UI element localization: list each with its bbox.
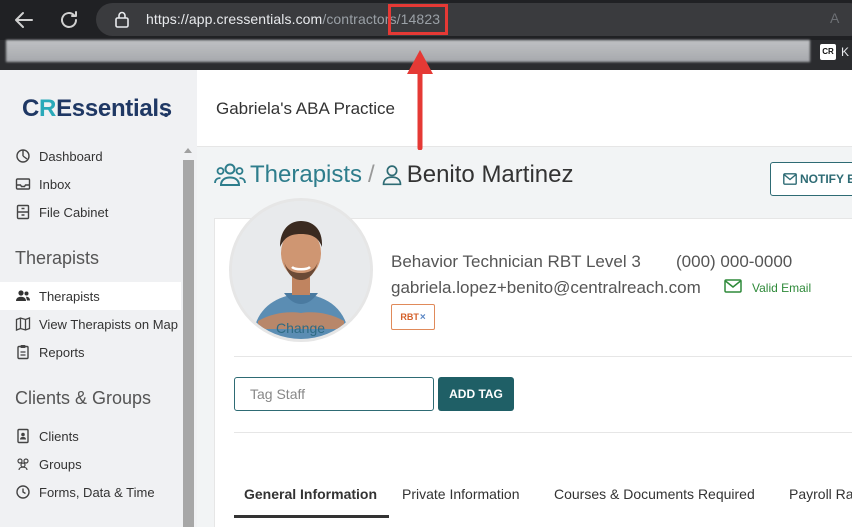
tag-label: RBT: [400, 312, 419, 322]
sidebar-item-dashboard[interactable]: Dashboard: [0, 142, 181, 170]
map-icon: [15, 316, 31, 332]
logo[interactable]: CREssentials: [22, 95, 172, 123]
sidebar-item-label: Clients: [39, 428, 79, 444]
url-host: https://app.cressentials.com: [146, 11, 323, 27]
url-highlight-box: [388, 4, 448, 35]
sidebar-section-therapists: Therapists: [15, 248, 100, 268]
phone-number: (000) 000-0000: [676, 252, 793, 271]
email-address: gabriela.lopez+benito@centralreach.com: [391, 278, 701, 297]
user-icon: [382, 165, 402, 186]
divider: [234, 432, 852, 433]
profile-photo: [232, 201, 370, 339]
users-icon: [214, 163, 246, 186]
tag-badge-rbt[interactable]: RBT ×: [391, 304, 435, 330]
sidebar-section-clients: Clients & Groups: [15, 388, 152, 408]
users-icon: [15, 288, 31, 304]
sidebar-item-clients[interactable]: Clients: [0, 422, 181, 450]
change-photo-link[interactable]: Change: [276, 320, 325, 336]
inbox-icon: [15, 176, 31, 192]
valid-email-status: Valid Email: [752, 281, 812, 295]
client-icon: [15, 428, 31, 444]
sidebar-item-label: Therapists: [39, 288, 100, 304]
logo-c: C: [22, 95, 40, 122]
sidebar-scrollbar-thumb[interactable]: [183, 160, 194, 527]
logo-r: R: [39, 95, 57, 122]
sidebar-item-label: Dashboard: [39, 148, 103, 164]
sidebar-item-label: Reports: [39, 344, 85, 360]
scroll-up-arrow-icon[interactable]: [184, 148, 192, 153]
breadcrumb: Therapists / Benito Martinez: [214, 160, 573, 190]
reload-icon[interactable]: [57, 8, 81, 32]
tab-private-information[interactable]: Private Information: [402, 486, 520, 502]
tag-staff-input[interactable]: [234, 377, 434, 411]
sidebar-item-label: Groups: [39, 456, 82, 472]
logo-dot: [164, 113, 168, 117]
dashboard-icon: [15, 148, 31, 164]
tab-general-information[interactable]: General Information: [244, 486, 377, 502]
sidebar-item-label: View Therapists on Map: [39, 316, 178, 332]
notify-button-label: NOTIFY E: [800, 172, 852, 186]
back-arrow-icon[interactable]: [12, 8, 36, 32]
sidebar-item-label: File Cabinet: [39, 204, 109, 220]
envelope-icon: [724, 279, 742, 293]
envelope-icon: [783, 173, 797, 185]
notify-button[interactable]: NOTIFY E: [770, 162, 852, 196]
logo-text: Essentials: [56, 95, 172, 122]
breadcrumb-current: Benito Martinez: [406, 161, 574, 188]
clipboard-icon: [15, 344, 31, 360]
sidebar-item-label: Forms, Data & Time: [39, 484, 155, 500]
clock-icon: [15, 484, 31, 500]
file-cabinet-icon: [15, 204, 31, 220]
sidebar-item-forms-data-time[interactable]: Forms, Data & Time: [0, 478, 181, 506]
users-icon: [15, 456, 31, 472]
sidebar-item-view-therapists-map[interactable]: View Therapists on Map: [0, 310, 181, 338]
sidebar-item-label: Inbox: [39, 176, 71, 192]
divider: [234, 356, 852, 357]
bookmark-label[interactable]: K: [841, 45, 849, 59]
remove-tag-icon[interactable]: ×: [420, 312, 426, 323]
job-title: Behavior Technician RBT Level 3: [391, 252, 641, 271]
lock-icon: [115, 11, 129, 28]
active-tab-indicator: [234, 515, 389, 518]
sidebar-item-groups[interactable]: Groups: [0, 450, 181, 478]
breadcrumb-therapists-link[interactable]: Therapists: [250, 161, 362, 189]
sidebar-item-inbox[interactable]: Inbox: [0, 170, 181, 198]
add-tag-button[interactable]: ADD TAG: [438, 377, 514, 411]
practice-name: Gabriela's ABA Practice: [216, 99, 395, 118]
tab-courses-documents[interactable]: Courses & Documents Required: [554, 486, 755, 502]
sidebar-item-reports[interactable]: Reports: [0, 338, 181, 366]
breadcrumb-separator: /: [368, 161, 375, 188]
sidebar-item-therapists[interactable]: Therapists: [0, 282, 181, 310]
tab-payroll[interactable]: Payroll Ra: [789, 486, 852, 502]
sidebar-item-file-cabinet[interactable]: File Cabinet: [0, 198, 181, 226]
read-aloud-icon[interactable]: A: [830, 10, 839, 26]
annotation-arrow-icon: [407, 50, 433, 150]
bookmark-favicon[interactable]: CR: [820, 44, 836, 60]
